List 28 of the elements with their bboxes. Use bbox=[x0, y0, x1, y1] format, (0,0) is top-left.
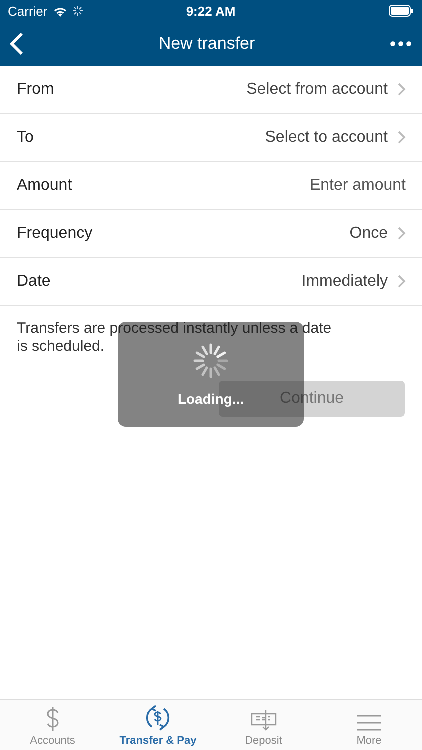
row-label: Frequency bbox=[17, 224, 93, 242]
row-value[interactable]: Select to account bbox=[265, 128, 388, 146]
tab-bar-item[interactable]: Transfer & Pay bbox=[106, 700, 211, 750]
row-label: From bbox=[17, 80, 54, 98]
menu-icon bbox=[356, 714, 382, 732]
activity-icon bbox=[72, 6, 83, 16]
transfer-icon bbox=[144, 704, 172, 732]
row-label: Date bbox=[17, 272, 51, 290]
amount-field[interactable]: Enter amount bbox=[206, 176, 406, 194]
row-label: To bbox=[17, 128, 34, 146]
back-icon[interactable] bbox=[10, 33, 24, 55]
row-value[interactable]: Select from account bbox=[246, 80, 388, 98]
clock-time: 9:22 AM bbox=[186, 4, 236, 18]
row-value[interactable]: Once bbox=[350, 224, 388, 242]
row-value[interactable]: Immediately bbox=[302, 272, 388, 290]
more-options-icon[interactable] bbox=[390, 41, 412, 47]
loading-label: Loading... bbox=[178, 390, 244, 406]
carrier-label: Carrier bbox=[8, 4, 48, 18]
battery-icon bbox=[389, 5, 414, 17]
check-deposit-icon bbox=[250, 708, 278, 732]
spinner-icon bbox=[193, 342, 229, 378]
wifi-icon bbox=[52, 6, 68, 16]
chevron-icon bbox=[398, 275, 406, 288]
chevron-icon bbox=[398, 131, 406, 144]
chevron-icon bbox=[398, 83, 406, 96]
row-label: Amount bbox=[17, 176, 72, 194]
chevron-icon bbox=[398, 227, 406, 240]
screen-title: New transfer bbox=[158, 34, 256, 54]
